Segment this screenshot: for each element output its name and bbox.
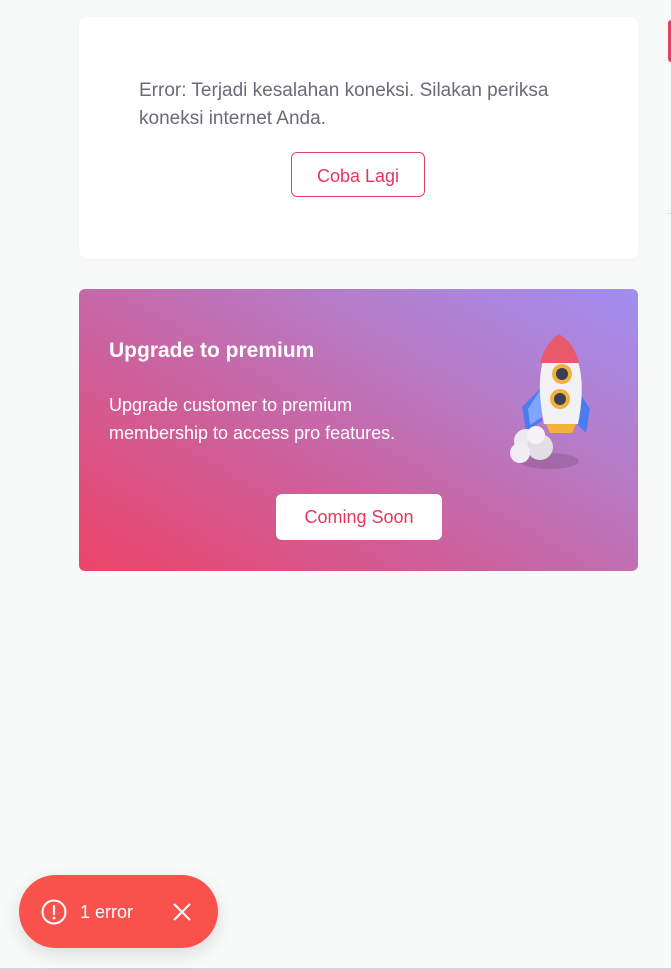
coming-soon-button[interactable]: Coming Soon [276, 494, 442, 540]
premium-description: Upgrade customer to premium membership t… [109, 395, 396, 443]
premium-card: Upgrade to premium Upgrade customer to p… [79, 289, 638, 571]
toast-label: 1 error [80, 902, 134, 922]
rocket-icon [510, 334, 590, 469]
error-card: Error: Terjadi kesalahan koneksi. Silaka… [79, 17, 638, 259]
retry-button[interactable]: Coba Lagi [291, 152, 425, 197]
error-message: Error: Terjadi kesalahan koneksi. Silaka… [139, 80, 549, 129]
premium-title: Upgrade to premium [109, 339, 315, 362]
close-icon[interactable] [170, 900, 194, 924]
alert-circle-icon [41, 899, 67, 925]
error-toast[interactable]: 1 error [19, 875, 218, 948]
